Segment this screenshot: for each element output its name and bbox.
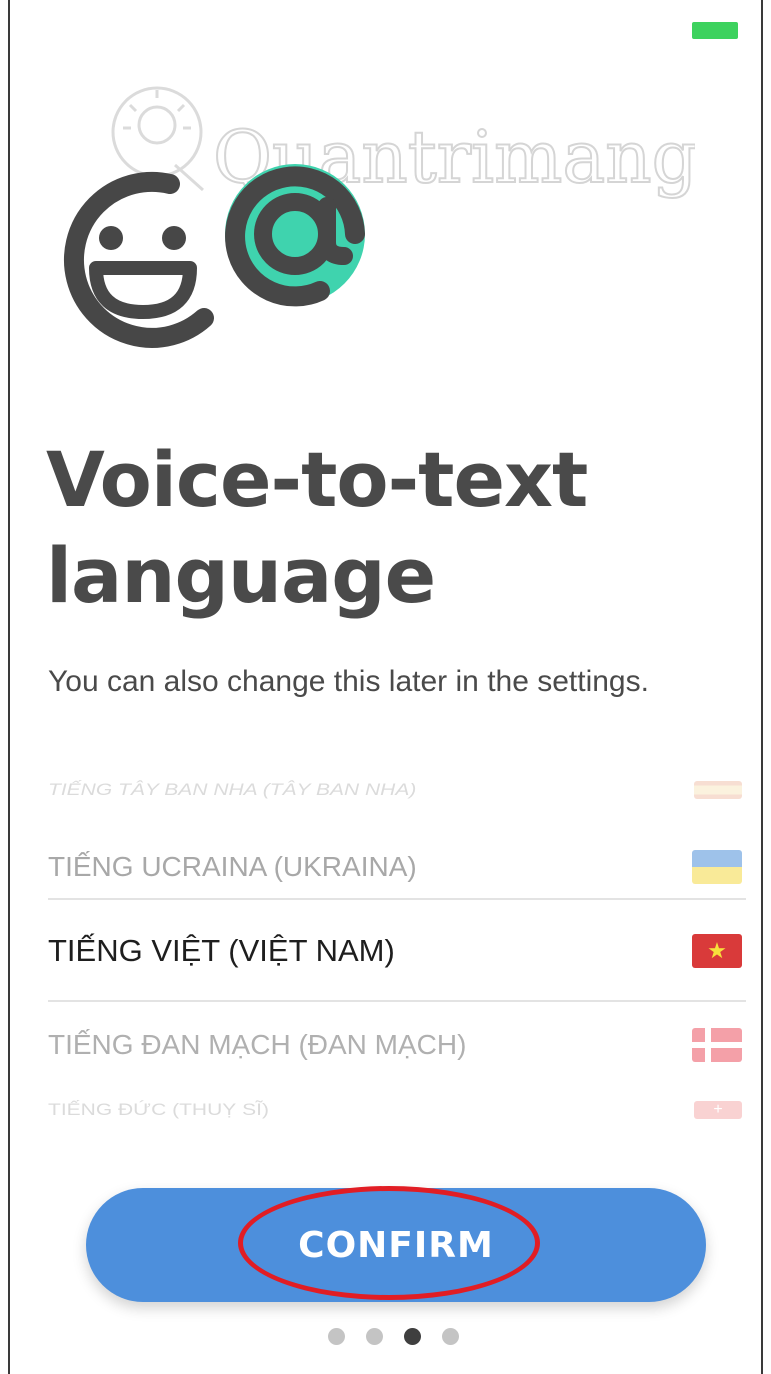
page-dot-1[interactable] [328, 1328, 345, 1345]
confirm-button[interactable]: CONFIRM [86, 1188, 706, 1302]
language-label: TIẾNG ĐỨC (THUỴ SĨ) [48, 1100, 269, 1119]
language-label: TIẾNG UCRAINA (UKRAINA) [48, 851, 417, 882]
page-dot-2[interactable] [366, 1328, 383, 1345]
title-line-2: language [46, 531, 436, 620]
language-option-ukrainian[interactable]: TIẾNG UCRAINA (UKRAINA) [48, 832, 746, 902]
title-line-1: Voice-to-text [46, 435, 588, 524]
language-option-spanish[interactable]: TIẾNG TÂY BAN NHA (TÂY BAN NHA) [48, 770, 746, 810]
language-label: TIẾNG TÂY BAN NHA (TÂY BAN NHA) [48, 780, 417, 799]
page-dot-3-active[interactable] [404, 1328, 421, 1345]
switzerland-flag-icon: + [694, 1101, 742, 1119]
pagination-dots [328, 1328, 459, 1345]
battery-icon [692, 22, 738, 39]
denmark-flag-icon [692, 1028, 742, 1062]
smiley-at-logo [64, 164, 365, 348]
selection-divider-bottom [48, 1000, 746, 1002]
selection-divider-top [48, 898, 746, 900]
page-dot-4[interactable] [442, 1328, 459, 1345]
language-label: TIẾNG ĐAN MẠCH (ĐAN MẠCH) [48, 1029, 467, 1060]
language-option-swiss-german[interactable]: TIẾNG ĐỨC (THUỴ SĨ) + [48, 1090, 746, 1130]
page-subtitle: You can also change this later in the se… [48, 665, 649, 698]
language-option-vietnamese[interactable]: TIẾNG VIỆT (VIỆT NAM) ★ [48, 915, 746, 987]
spain-flag-icon [694, 781, 742, 799]
ukraine-flag-icon [692, 850, 742, 884]
vietnam-flag-icon: ★ [692, 934, 742, 968]
language-label-selected: TIẾNG VIỆT (VIỆT NAM) [48, 933, 395, 968]
language-option-danish[interactable]: TIẾNG ĐAN MẠCH (ĐAN MẠCH) [48, 1010, 746, 1080]
language-picker[interactable]: TIẾNG TÂY BAN NHA (TÂY BAN NHA) TIẾNG UC… [48, 760, 748, 1140]
page-title: Voice-to-text language [46, 432, 736, 624]
